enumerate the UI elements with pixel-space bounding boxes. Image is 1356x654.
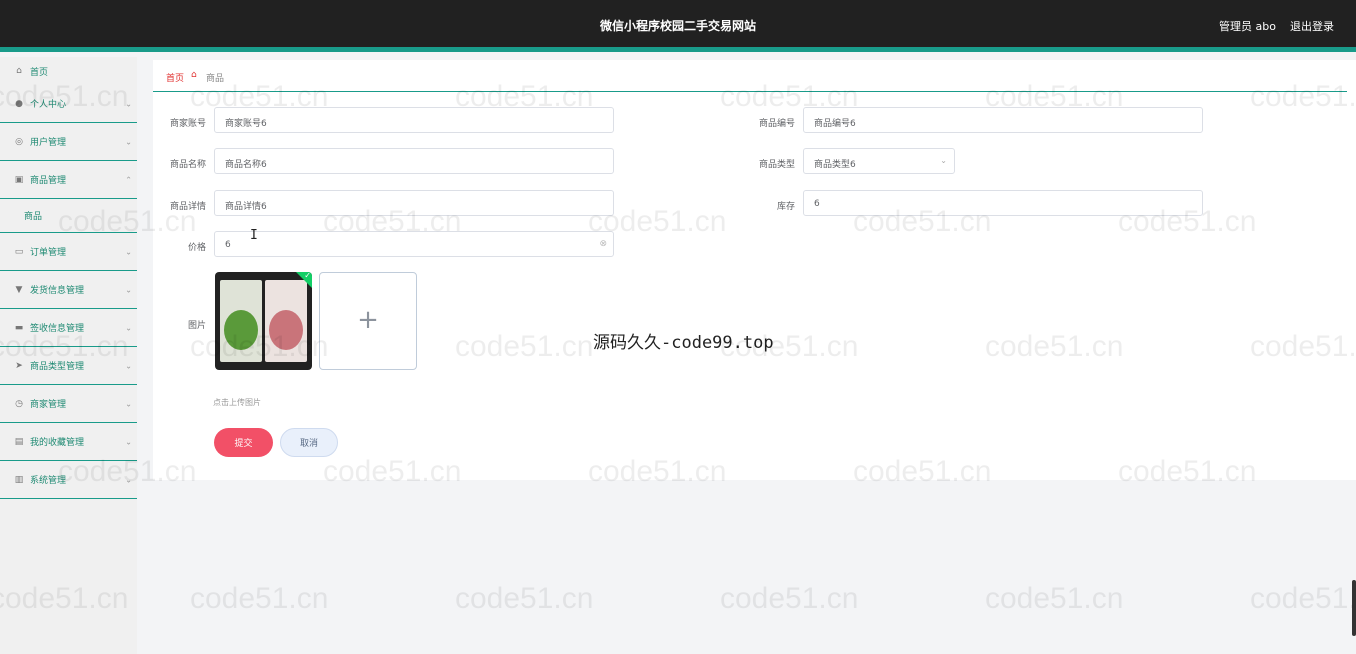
top-bar: 微信小程序校园二手交易网站 管理员 abo 退出登录 [0, 0, 1356, 52]
sidebar-item-label: 用户管理 [30, 138, 67, 148]
sidebar-item-label: 系统管理 [30, 476, 67, 486]
sidebar-item-label: 发货信息管理 [30, 286, 85, 296]
sidebar-item-shipping[interactable]: ▼ 发货信息管理 ⌄ [0, 271, 137, 309]
sidebar: ⌂ 首页 ● 个人中心 ⌄ ◎ 用户管理 ⌄ ▣ 商品管理 ⌃ 商品 ▭ 订单管… [0, 57, 137, 654]
person-icon: ● [15, 98, 23, 109]
users-icon: ◎ [15, 136, 23, 147]
price-input[interactable]: 6 ⊗ [214, 231, 614, 257]
system-icon: ▥ [14, 474, 24, 485]
goods-type-select[interactable]: 商品类型6 ⌄ [803, 148, 955, 174]
breadcrumb-current: 商品 [206, 74, 225, 84]
watermark: code51.cn [985, 582, 1124, 615]
sidebar-item-label: 商品管理 [30, 176, 67, 186]
favorite-icon: ▤ [14, 436, 24, 447]
chevron-down-icon: ⌄ [125, 99, 132, 108]
chevron-down-icon: ⌄ [125, 247, 132, 256]
price-value: 6 [225, 240, 231, 250]
check-icon: ✓ [304, 272, 311, 280]
sidebar-item-merchants[interactable]: ◷ 商家管理 ⌄ [0, 385, 137, 423]
upload-hint: 点击上传图片 [213, 398, 261, 407]
sidebar-item-label: 商品类型管理 [30, 362, 85, 372]
vegetable-image [224, 310, 258, 350]
sidebar-item-favorites[interactable]: ▤ 我的收藏管理 ⌄ [0, 423, 137, 461]
plus-icon: + [357, 305, 379, 335]
sidebar-item-receipt[interactable]: ▬ 签收信息管理 ⌄ [0, 309, 137, 347]
stock-input[interactable]: 6 [803, 190, 1203, 216]
uploaded-image-thumbnail[interactable]: ✓ [215, 272, 312, 370]
chevron-down-icon: ⌄ [940, 156, 947, 165]
sidebar-item-label: 订单管理 [30, 248, 67, 258]
sidebar-item-label: 商家管理 [30, 400, 67, 410]
chevron-down-icon: ⌄ [125, 137, 132, 146]
submit-button[interactable]: 提交 [214, 428, 273, 457]
chevron-down-icon: ⌄ [125, 285, 132, 294]
merchant-account-input[interactable]: 商家账号6 [214, 107, 614, 133]
product-card-image [265, 280, 307, 362]
sidebar-item-users[interactable]: ◎ 用户管理 ⌄ [0, 123, 137, 161]
image-label: 图片 [187, 321, 206, 331]
clear-icon[interactable]: ⊗ [599, 239, 607, 249]
breadcrumb: 首页 ⌂ 商品 [153, 60, 1347, 92]
sidebar-item-label: 商品 [24, 212, 43, 222]
overlay-text: 源码久久-code99.top [593, 333, 774, 353]
chevron-down-icon: ⌄ [125, 361, 132, 370]
watermark: code51.cn [720, 582, 859, 615]
home-icon: ⌂ [191, 70, 197, 80]
chevron-down-icon: ⌄ [125, 399, 132, 408]
sidebar-item-label: 首页 [30, 67, 49, 78]
sidebar-item-label: 签收信息管理 [30, 324, 85, 334]
fruit-image [269, 310, 303, 350]
sidebar-item-label: 我的收藏管理 [30, 438, 85, 448]
chevron-down-icon: ⌄ [125, 437, 132, 446]
sidebar-item-system[interactable]: ▥ 系统管理 ⌄ [0, 461, 137, 499]
sidebar-item-label: 个人中心 [30, 100, 67, 110]
send-icon: ➤ [15, 360, 23, 371]
goods-detail-input[interactable]: 商品详情6 [214, 190, 614, 216]
sidebar-item-goods[interactable]: ▣ 商品管理 ⌃ [0, 161, 137, 199]
sidebar-item-home[interactable]: ⌂ 首页 [0, 57, 137, 85]
goods-no-input[interactable]: 商品编号6 [803, 107, 1203, 133]
breadcrumb-home[interactable]: 首页 [166, 71, 184, 84]
sign-icon: ▬ [14, 322, 24, 333]
current-user: 管理员 abo [1219, 20, 1276, 33]
product-card-image [220, 280, 262, 362]
goods-detail-label: 商品详情 [169, 202, 206, 212]
merchant-account-label: 商家账号 [169, 119, 206, 129]
goods-icon: ▣ [14, 174, 24, 185]
goods-type-label: 商品类型 [758, 160, 795, 170]
price-label: 价格 [187, 243, 206, 253]
goods-name-label: 商品名称 [169, 160, 206, 170]
goods-type-value: 商品类型6 [814, 160, 856, 170]
home-icon: ⌂ [16, 66, 22, 76]
chevron-down-icon: ⌄ [125, 323, 132, 332]
clock-icon: ◷ [15, 398, 23, 409]
app-title: 微信小程序校园二手交易网站 [599, 19, 756, 33]
watermark: code51.cn [190, 582, 329, 615]
goods-name-input[interactable]: 商品名称6 [214, 148, 614, 174]
watermark: code51.cn [1250, 582, 1356, 615]
chevron-down-icon: ⌄ [125, 475, 132, 484]
image-upload-button[interactable]: + [319, 272, 417, 370]
chevron-up-icon: ⌃ [125, 175, 132, 184]
watermark: code51.cn [455, 582, 594, 615]
sidebar-item-profile[interactable]: ● 个人中心 ⌄ [0, 85, 137, 123]
scrollbar-thumb[interactable] [1352, 580, 1356, 636]
stock-label: 库存 [776, 202, 795, 212]
text-cursor-icon: I [250, 228, 258, 243]
logout-link[interactable]: 退出登录 [1290, 18, 1334, 34]
goods-no-label: 商品编号 [758, 119, 795, 129]
truck-icon: ▼ [15, 284, 23, 295]
sidebar-subitem-goods[interactable]: 商品 [0, 199, 137, 233]
sidebar-item-orders[interactable]: ▭ 订单管理 ⌄ [0, 233, 137, 271]
sidebar-item-goods-type[interactable]: ➤ 商品类型管理 ⌄ [0, 347, 137, 385]
cancel-button[interactable]: 取消 [280, 428, 338, 457]
order-icon: ▭ [14, 246, 24, 257]
